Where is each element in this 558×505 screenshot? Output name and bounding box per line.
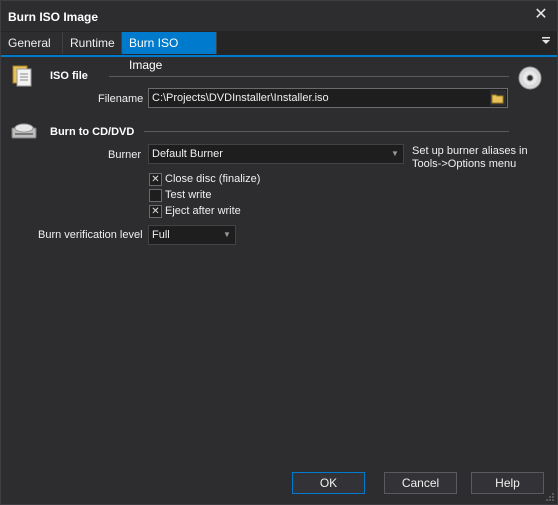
close-disc-label: Close disc (finalize): [165, 173, 261, 185]
disc-icon: [518, 66, 542, 93]
iso-section-title: ISO file: [50, 70, 88, 82]
test-write-label: Test write: [165, 189, 212, 201]
filename-field[interactable]: C:\Projects\DVDInstaller\Installer.iso: [148, 88, 508, 108]
check-icon: ✕: [151, 206, 160, 217]
close-disc-checkbox[interactable]: ✕: [149, 173, 162, 186]
iso-file-icon: [11, 65, 35, 90]
verification-label: Burn verification level: [38, 229, 143, 241]
verification-dropdown[interactable]: Full ▼: [148, 225, 236, 245]
tab-general[interactable]: General: [1, 32, 63, 54]
close-icon[interactable]: ✕: [531, 5, 551, 25]
title-bar: Burn ISO Image ✕: [1, 1, 557, 31]
dropdown-arrow-icon: ▼: [391, 149, 399, 158]
tab-content: ISO file Filename C:\Projects\DVDInstall…: [1, 57, 557, 457]
check-icon: ✕: [151, 174, 160, 185]
eject-after-write-checkbox[interactable]: ✕: [149, 205, 162, 218]
tab-menu-icon[interactable]: [539, 35, 553, 49]
burn-section-title: Burn to CD/DVD: [50, 126, 135, 138]
burn-section-divider: [144, 131, 509, 132]
tab-burn-iso-image[interactable]: Burn ISO Image: [122, 32, 217, 72]
burner-hint: Set up burner aliases in Tools->Options …: [412, 145, 528, 170]
iso-section-divider: [109, 76, 509, 77]
filename-value: C:\Projects\DVDInstaller\Installer.iso: [152, 92, 329, 104]
eject-after-write-label: Eject after write: [165, 205, 241, 217]
dropdown-arrow-icon: ▼: [223, 230, 231, 239]
window-title: Burn ISO Image: [8, 10, 99, 24]
burner-value: Default Burner: [152, 148, 223, 160]
tab-runtime[interactable]: Runtime: [63, 32, 122, 54]
resize-grip[interactable]: [545, 492, 555, 502]
tab-bar: General Runtime Burn ISO Image: [1, 31, 557, 72]
dialog-window: Burn ISO Image ✕ General Runtime Burn IS…: [0, 0, 558, 505]
cd-drive-icon: [11, 122, 37, 143]
filename-label: Filename: [98, 93, 144, 105]
folder-icon[interactable]: [490, 90, 506, 106]
ok-button[interactable]: OK: [292, 472, 365, 494]
burner-label: Burner: [108, 149, 142, 161]
burner-dropdown[interactable]: Default Burner ▼: [148, 144, 404, 164]
cancel-button[interactable]: Cancel: [384, 472, 457, 494]
test-write-checkbox[interactable]: [149, 189, 162, 202]
verification-value: Full: [152, 229, 170, 241]
help-button[interactable]: Help: [471, 472, 544, 494]
